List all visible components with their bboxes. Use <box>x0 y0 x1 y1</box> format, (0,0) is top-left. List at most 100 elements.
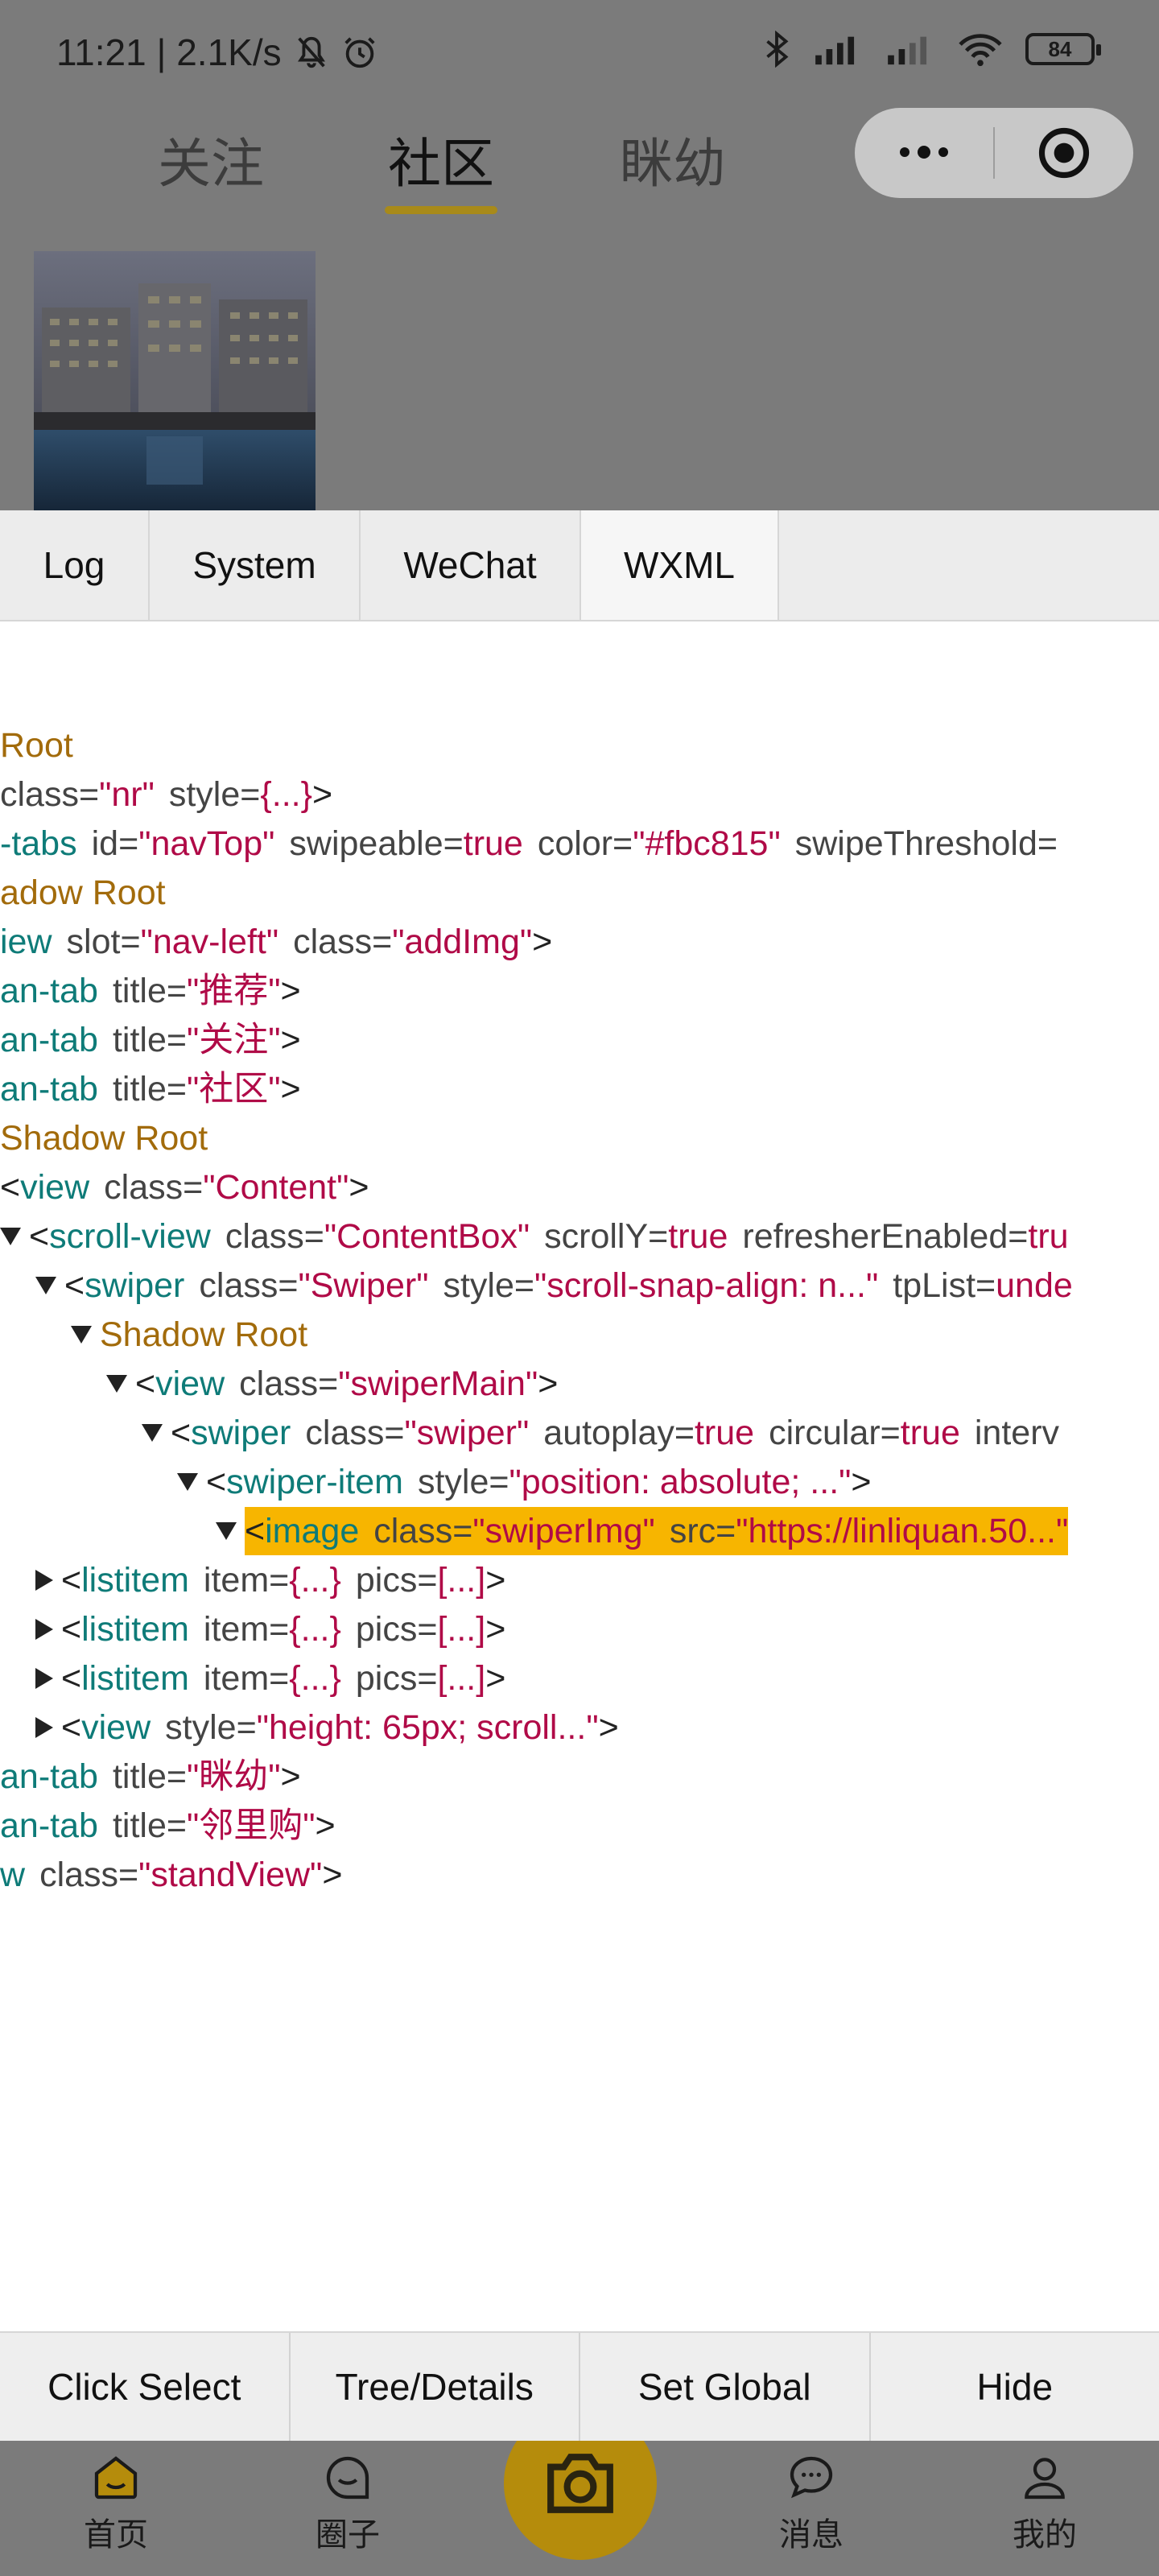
attr-value-class: "swiper" <box>404 1414 530 1452</box>
attr-name: id= <box>91 824 139 863</box>
attr-name: class= <box>239 1364 339 1403</box>
tag-name: w <box>0 1856 26 1894</box>
nav-tabs: 关注 社区 眯幼 <box>0 121 805 217</box>
tree-node-view-standview[interactable]: w class= "standView" > <box>0 1851 342 1899</box>
vconsole-tab-system[interactable]: System <box>150 510 361 620</box>
tabbar-item-messages[interactable]: 消息 <box>739 2441 884 2576</box>
attr-name: class= <box>373 1512 473 1550</box>
tree-node-listitem[interactable]: < listitem item= {...} pics= [...] > <box>35 1556 505 1604</box>
collapse-triangle-icon[interactable] <box>35 1277 56 1294</box>
attr-value-slot: "nav-left" <box>140 923 279 961</box>
tag-name: swiper-item <box>226 1463 403 1501</box>
attr-value-item: {...} <box>289 1659 341 1698</box>
battery-level: 84 <box>1048 36 1072 61</box>
attr-value-class: "nr" <box>99 775 155 814</box>
attr-name: title= <box>112 1070 187 1108</box>
wifi-icon <box>959 34 1002 67</box>
tabbar-item-mine[interactable]: 我的 <box>972 2441 1117 2576</box>
click-select-button[interactable]: Click Select <box>0 2333 291 2441</box>
tree-node-swiper-item[interactable]: < swiper-item style= "position: absolute; … <box>177 1458 872 1506</box>
vconsole-tabs: Log System WeChat WXML <box>0 510 1159 621</box>
nav-tab-miyou[interactable]: 眯幼 <box>620 121 726 198</box>
tree-node-view-addimg[interactable]: iew slot= "nav-left" class= "addImg" > <box>0 918 552 966</box>
attr-name: style= <box>165 1708 257 1747</box>
tree-node-shadow-root[interactable]: adow Root <box>0 869 166 917</box>
attr-name: title= <box>112 972 187 1010</box>
tree-node-listitem[interactable]: < listitem item= {...} pics= [...] > <box>35 1654 505 1703</box>
collapse-triangle-icon[interactable] <box>71 1326 92 1344</box>
tree-node-view-nr[interactable]: class= "nr" style= {...} > <box>0 770 332 819</box>
tree-node-tab-follow[interactable]: an-tab title= "关注" > <box>0 1016 301 1064</box>
attr-name: scrollY= <box>544 1217 669 1256</box>
attr-name: swipeable= <box>289 824 464 863</box>
vconsole-tab-wechat[interactable]: WeChat <box>361 510 581 620</box>
collapse-triangle-icon[interactable] <box>216 1522 237 1540</box>
tag-name: an-tab <box>0 1757 98 1796</box>
tag-bracket: > <box>538 1364 559 1403</box>
expand-triangle-icon[interactable] <box>35 1668 53 1689</box>
tree-node-shadow-root-3[interactable]: Shadow Root <box>71 1311 307 1359</box>
attr-value-scrolly: true <box>668 1217 728 1256</box>
expand-triangle-icon[interactable] <box>35 1619 53 1640</box>
tree-node-inner-swiper[interactable]: < swiper class= "swiper" autoplay= true cir… <box>142 1409 1059 1457</box>
message-icon <box>790 2456 833 2499</box>
attr-name: pics= <box>355 1561 438 1600</box>
tag-bracket: < <box>206 1463 227 1501</box>
attr-value-title: "社区" <box>186 1070 281 1108</box>
hide-button[interactable]: Hide <box>871 2333 1159 2441</box>
camera-publish-button[interactable] <box>504 2441 657 2560</box>
tree-node-tab-community[interactable]: an-tab title= "社区" > <box>0 1065 301 1113</box>
attr-name: circular= <box>769 1414 901 1452</box>
set-global-button[interactable]: Set Global <box>580 2333 871 2441</box>
tabbar-item-circle[interactable]: 圈子 <box>275 2441 420 2576</box>
collapse-triangle-icon[interactable] <box>177 1473 198 1491</box>
tree-node-tab-miyou[interactable]: an-tab title= "眯幼" > <box>0 1752 301 1801</box>
attr-name: class= <box>225 1217 324 1256</box>
building-photo-icon <box>34 251 316 510</box>
tree-node-shadow-root-2[interactable]: Shadow Root <box>0 1114 208 1162</box>
tree-node-listitem[interactable]: < listitem item= {...} pics= [...] > <box>35 1605 505 1653</box>
tree-node-view-content[interactable]: < view class= "Content" > <box>0 1163 369 1212</box>
tag-name: image <box>265 1512 360 1550</box>
tree-node-image-selected[interactable]: <image class="swiperImg" src="https://linl… <box>216 1507 1069 1555</box>
expand-triangle-icon[interactable] <box>35 1570 53 1591</box>
tree-node-tab-linligou[interactable]: an-tab title= "邻里购" > <box>0 1802 336 1850</box>
nav-active-indicator <box>385 206 497 214</box>
vconsole-tab-wxml[interactable]: WXML <box>581 510 779 620</box>
nav-tab-community[interactable]: 社区 <box>388 121 494 198</box>
collapse-triangle-icon[interactable] <box>106 1375 127 1393</box>
collapse-triangle-icon[interactable] <box>142 1424 163 1442</box>
tag-name: -tabs <box>0 824 77 863</box>
attr-value-swipeable: true <box>463 824 523 863</box>
dot-icon <box>900 147 909 157</box>
tree-node-tab-recommend[interactable]: an-tab title= "推荐" > <box>0 967 301 1015</box>
tree-node-view-height[interactable]: < view style= "height: 65px; scroll..." > <box>35 1703 619 1752</box>
attr-value-text: #fbc815 <box>645 824 769 863</box>
community-banner-image[interactable] <box>34 251 316 510</box>
tree-node-view-swipermain[interactable]: < view class= "swiperMain" > <box>106 1360 558 1408</box>
app-overlay-area: 11:21 | 2.1K/s 84 关注 社区 眯幼 <box>0 0 1159 510</box>
collapse-triangle-icon[interactable] <box>0 1228 21 1245</box>
tree-node-root[interactable]: Root <box>0 721 73 770</box>
shadow-root-label: Root <box>0 726 73 765</box>
tag-bracket: > <box>485 1610 506 1649</box>
attr-value-pics: [...] <box>437 1561 486 1600</box>
tag-bracket: > <box>315 1806 336 1845</box>
attr-value-title: "邻里购" <box>186 1806 316 1845</box>
attr-value-style: "height: 65px; scroll..." <box>256 1708 599 1747</box>
tabbar-item-home[interactable]: 首页 <box>43 2441 188 2576</box>
vconsole-tab-log[interactable]: Log <box>0 510 150 620</box>
tree-node-tabs[interactable]: -tabs id= "navTop" swipeable= true color= "… <box>0 819 1058 868</box>
attr-name: autoplay= <box>543 1414 695 1452</box>
tree-node-swiper[interactable]: < swiper class= "Swiper" style= "scroll-sna… <box>35 1261 1073 1310</box>
expand-triangle-icon[interactable] <box>35 1717 53 1738</box>
close-miniprogram-button[interactable] <box>995 126 1133 180</box>
tree-details-button[interactable]: Tree/Details <box>291 2333 580 2441</box>
tag-bracket: > <box>851 1463 872 1501</box>
attr-name: class= <box>199 1266 299 1305</box>
nav-tab-follow[interactable]: 关注 <box>158 121 264 198</box>
attr-value-id: "navTop" <box>138 824 275 863</box>
tree-node-scroll-view[interactable]: < scroll-view class= "ContentBox" scrollY=… <box>0 1212 1069 1261</box>
more-menu-button[interactable] <box>855 146 993 159</box>
attr-value-style: "position: absolute; ..." <box>509 1463 852 1501</box>
